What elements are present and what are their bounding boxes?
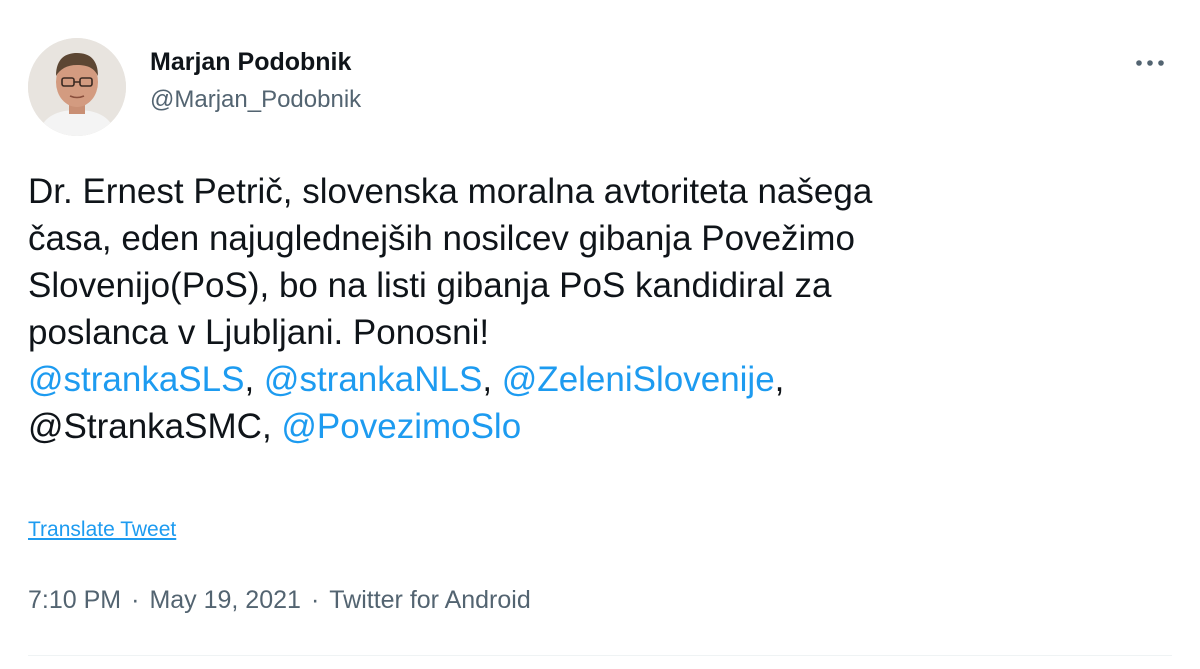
more-horizontal-icon [1136,60,1164,66]
tweet-metadata: 7:10 PM · May 19, 2021 · Twitter for Android [28,583,531,617]
more-options-button[interactable] [1128,48,1172,78]
user-handle[interactable]: @Marjan_Podobnik [150,84,361,116]
tweet-date[interactable]: May 19, 2021 [149,583,301,617]
mention-separator: , [774,360,785,399]
avatar[interactable] [28,38,126,136]
user-block: Marjan Podobnik @Marjan_Podobnik [150,46,361,116]
mention-link[interactable]: @strankaNLS [264,360,482,399]
mention-link[interactable]: @strankaSLS [28,360,244,399]
tweet-time[interactable]: 7:10 PM [28,583,121,617]
tweet-source[interactable]: Twitter for Android [329,583,530,617]
tweet-card: Marjan Podobnik @Marjan_Podobnik Dr. Ern… [0,0,1200,669]
mention-separator: , [261,407,282,446]
meta-separator: · [310,586,320,614]
mention-separator: , [244,360,264,399]
mention-link[interactable]: @ZeleniSlovenije [502,360,775,399]
tweet-text: Dr. Ernest Petrič, slovenska moralna avt… [28,168,1178,450]
tweet-body: Dr. Ernest Petrič, slovenska moralna avt… [28,172,873,352]
mention-link[interactable]: @PovezimoSlo [281,407,521,446]
display-name[interactable]: Marjan Podobnik [150,46,361,78]
translate-tweet-link[interactable]: Translate Tweet [28,518,176,542]
divider [28,655,1172,656]
mention-separator: , [482,360,502,399]
avatar-photo [28,38,126,136]
meta-separator: · [131,586,140,614]
tweet-mentions: @strankaSLS, @strankaNLS, @ZeleniSloveni… [28,360,784,446]
mention-text: @StrankaSMC [28,407,262,446]
